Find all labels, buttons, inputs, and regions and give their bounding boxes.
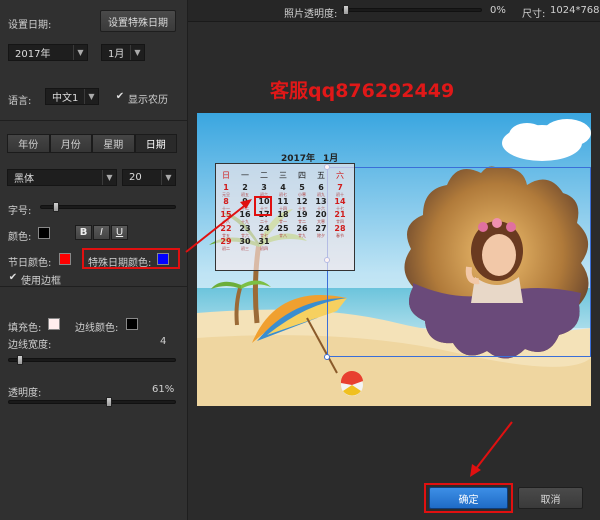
annotation-arrows (185, 199, 513, 477)
ok-button[interactable]: 确定 (429, 487, 508, 509)
cancel-button[interactable]: 取消 (518, 487, 583, 509)
annotation-arrow-line (474, 421, 513, 471)
annotation-arrow-line (185, 202, 249, 253)
